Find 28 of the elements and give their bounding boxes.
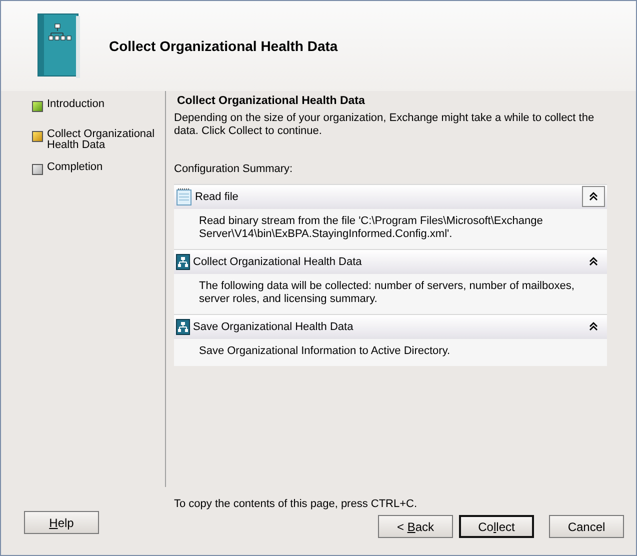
section-title: Collect Organizational Health Data — [193, 254, 363, 270]
wizard-step: Introduction — [47, 98, 165, 110]
wizard-title: Collect Organizational Health Data — [109, 36, 338, 56]
wizard-step: Completion — [47, 160, 165, 172]
section-title: Save Organizational Health Data — [193, 320, 354, 334]
collapse-icon — [589, 257, 598, 266]
intro-text: Depending on the size of your organization, Exchange might take a while to collect the data. Click Collect to continue. — [174, 112, 596, 138]
org-chart-icon — [176, 318, 190, 335]
section-body: Read binary stream from the file 'C:\Program Files\Microsoft\Exchange Server\V14\bin\ExBPA.StayingInformed.Config.xml'. — [174, 208, 607, 249]
collapse-icon — [589, 322, 598, 332]
notepad-icon — [176, 188, 192, 206]
section-header[interactable]: Save Organizational Health Data — [174, 314, 607, 339]
back-button[interactable]: < Back — [378, 515, 453, 538]
wizard-step: Collect Organizational Health Data — [47, 128, 165, 150]
collapse-button[interactable] — [582, 186, 605, 208]
section-header[interactable]: Collect Organizational Health Data — [174, 248, 607, 274]
collapse-icon — [589, 192, 598, 202]
summary-label: Configuration Summary: — [174, 162, 294, 178]
section-body: Save Organizational Information to Active Directory. — [174, 338, 607, 366]
help-button[interactable]: Help — [24, 511, 99, 534]
section-header[interactable]: Read file — [174, 184, 607, 209]
page-heading: Collect Organizational Health Data — [177, 94, 366, 109]
org-chart-icon — [176, 254, 190, 270]
collect-button[interactable]: Collect — [459, 515, 534, 538]
section-title: Read file — [195, 190, 240, 204]
section-body: The following data will be collected: number of servers, number of mailboxes, server roles, and licensing summary. — [174, 274, 607, 314]
cancel-button[interactable]: Cancel — [549, 515, 624, 538]
copy-hint: To copy the contents of this page, press CTRL+C. — [174, 496, 418, 512]
